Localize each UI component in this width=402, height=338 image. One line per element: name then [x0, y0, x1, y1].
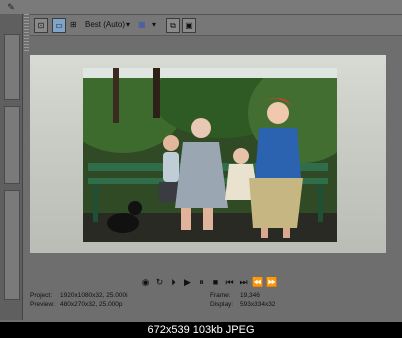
- panel-slot-middle: [4, 106, 20, 184]
- chevron-down-icon[interactable]: ▾: [126, 18, 130, 31]
- left-panel: [0, 14, 23, 320]
- project-value: 1920x1080x32, 25.000i: [60, 292, 128, 299]
- play-icon[interactable]: ▶: [182, 277, 193, 288]
- rewind-icon[interactable]: ⏪: [252, 277, 263, 288]
- panel-slot-bottom: [4, 190, 20, 300]
- project-label: Project:: [30, 292, 53, 299]
- quality-icon: ⊞: [70, 20, 77, 29]
- transport-controls: ◉ ↻ ⏵ ▶ ⏸ ■ ⏮ ⏭ ⏪ ⏩: [30, 276, 402, 290]
- image-caption: 672x539 103kb JPEG: [0, 322, 402, 338]
- stop-icon[interactable]: ■: [210, 277, 221, 288]
- preview-label: Preview:: [30, 301, 55, 308]
- fast-forward-icon[interactable]: ⏩: [266, 277, 277, 288]
- frame-value: 19,346: [240, 292, 260, 299]
- play-from-start-icon[interactable]: ⏵: [168, 277, 179, 288]
- record-icon[interactable]: ◉: [140, 277, 151, 288]
- overlays-icon[interactable]: ▦: [138, 18, 146, 31]
- external-monitor-button[interactable]: ▭: [52, 18, 66, 33]
- copy-snapshot-button[interactable]: ⧉: [166, 18, 180, 33]
- quality-dropdown[interactable]: Best (Auto): [85, 18, 145, 31]
- frame-label: Frame:: [210, 292, 231, 299]
- loop-icon[interactable]: ↻: [154, 277, 165, 288]
- overlays-chevron-down-icon[interactable]: ▾: [152, 18, 156, 31]
- preview-toolbar: ⊡ ▭ ⊞ Best (Auto) ▾ ▦ ▾ ⧉ ▣: [30, 15, 402, 36]
- status-area: Project: 1920x1080x32, 25.000i Preview: …: [30, 292, 330, 312]
- pause-icon[interactable]: ⏸: [196, 277, 207, 288]
- previous-frame-icon[interactable]: ⏮: [224, 277, 235, 288]
- next-frame-icon[interactable]: ⏭: [238, 277, 249, 288]
- preview-value: 480x270x32, 25.000p: [60, 301, 123, 308]
- preview-settings-button[interactable]: ⊡: [34, 18, 48, 33]
- panel-slot-top: [4, 34, 20, 100]
- video-preview-window: ✎ ⊡ ▭ ⊞ Best (Auto) ▾ ▦ ▾ ⧉ ▣ ◉ ↻ ⏵ ▶ ⏸ …: [0, 0, 402, 338]
- title-bar: ✎: [0, 0, 402, 15]
- resize-grip[interactable]: [24, 14, 29, 52]
- save-snapshot-button[interactable]: ▣: [182, 18, 196, 33]
- video-frame: [83, 68, 337, 242]
- display-label: Display:: [210, 301, 234, 308]
- video-viewport: [30, 55, 386, 253]
- display-value: 593x334x32: [240, 301, 276, 308]
- pin-icon[interactable]: ✎: [6, 2, 16, 12]
- photo-scene: [83, 68, 337, 242]
